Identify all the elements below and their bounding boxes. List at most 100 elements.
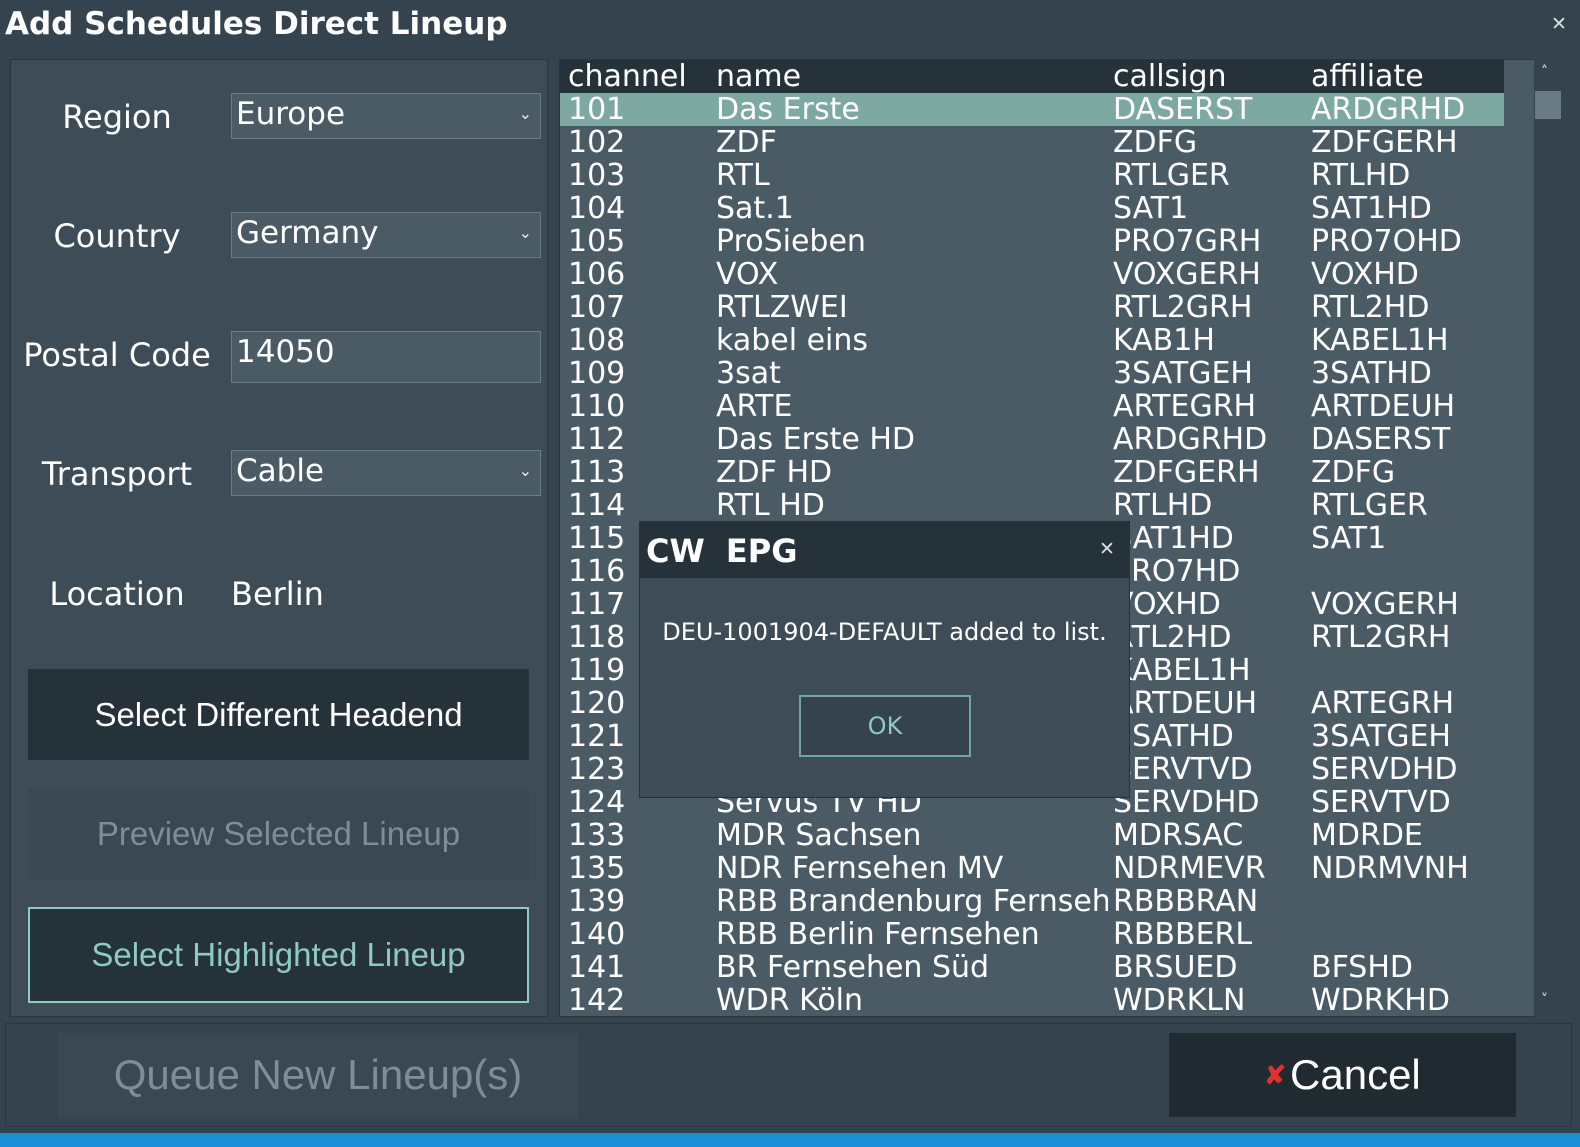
cell-affiliate: ZDFGERH	[1311, 125, 1458, 160]
cell-affiliate: RTLGER	[1311, 488, 1428, 523]
cell-channel: 114	[568, 488, 626, 523]
table-row[interactable]: 110 ARTE ARTEGRH ARTDEUH	[560, 390, 1504, 423]
cell-channel: 104	[568, 191, 626, 226]
cell-affiliate: VOXGERH	[1311, 587, 1459, 622]
close-icon[interactable]: ✕	[1551, 14, 1567, 34]
queue-new-lineups-button[interactable]: Queue New Lineup(s)	[58, 1033, 578, 1117]
preview-selected-lineup-button[interactable]: Preview Selected Lineup	[28, 788, 529, 879]
cell-callsign: ARDGRHD	[1113, 423, 1268, 456]
cell-affiliate: NDRMVNH	[1311, 851, 1469, 886]
column-header-affiliate[interactable]: affiliate	[1311, 60, 1501, 93]
scroll-up-icon[interactable]: ˄	[1541, 64, 1548, 80]
message-dialog: CW EPG ✕ DEU-1001904-DEFAULT added to li…	[639, 521, 1130, 798]
grid-header: channel name callsign affiliate	[560, 60, 1504, 93]
region-label: Region	[62, 98, 172, 136]
cell-callsign: ARTEGRH	[1113, 390, 1257, 423]
cell-channel: 113	[568, 455, 626, 490]
cell-name: 3sat	[716, 357, 781, 390]
taskbar-edge	[0, 1133, 1580, 1147]
cell-affiliate: SERVTVD	[1311, 785, 1451, 820]
transport-label: Transport	[41, 455, 193, 493]
cell-callsign: PRO7GRH	[1113, 225, 1262, 258]
postal-code-label: Postal Code	[23, 336, 211, 374]
table-row[interactable]: 106 VOX VOXGERH VOXHD	[560, 258, 1504, 291]
region-dropdown[interactable]: Europe ⌄	[231, 93, 541, 139]
select-different-headend-button[interactable]: Select Different Headend	[28, 669, 529, 760]
table-row[interactable]: 142 WDR Köln WDRKLN WDRKHD	[560, 984, 1504, 1017]
column-header-callsign[interactable]: callsign	[1113, 60, 1309, 93]
table-row[interactable]: 107 RTLZWEI RTL2GRH RTL2HD	[560, 291, 1504, 324]
cell-name: ARTE	[716, 390, 793, 423]
cell-affiliate: RTL2GRH	[1311, 620, 1451, 655]
table-row[interactable]: 105 ProSieben PRO7GRH PRO7OHD	[560, 225, 1504, 258]
country-dropdown[interactable]: Germany ⌄	[231, 212, 541, 258]
table-row[interactable]: 103 RTL RTLGER RTLHD	[560, 159, 1504, 192]
cell-affiliate: VOXHD	[1311, 257, 1419, 292]
cell-channel: 112	[568, 422, 626, 457]
chevron-down-icon: ⌄	[518, 223, 532, 242]
country-label: Country	[53, 217, 181, 255]
cell-affiliate: 3SATHD	[1311, 356, 1432, 391]
cell-affiliate: SERVDHD	[1311, 752, 1458, 787]
postal-code-input[interactable]: 14050	[231, 331, 541, 383]
table-row[interactable]: 113 ZDF HD ZDFGERH ZDFG	[560, 456, 1504, 489]
cell-name: Sat.1	[716, 192, 794, 225]
cell-affiliate: DASERST	[1311, 422, 1451, 457]
cell-callsign: RTL2GRH	[1113, 291, 1253, 324]
cell-channel: 109	[568, 356, 626, 391]
table-row[interactable]: 135 NDR Fernsehen MV NDRMEVR NDRMVNH	[560, 852, 1504, 885]
cell-callsign: RBBBERL	[1113, 918, 1253, 951]
cell-affiliate: MDRDE	[1311, 818, 1423, 853]
table-row[interactable]: 109 3sat 3SATGEH 3SATHD	[560, 357, 1504, 390]
cell-name: kabel eins	[716, 324, 869, 357]
table-row[interactable]: 104 Sat.1 SAT1 SAT1HD	[560, 192, 1504, 225]
scroll-down-icon[interactable]: ˅	[1541, 992, 1548, 1008]
cell-callsign: DASERST	[1113, 93, 1253, 126]
dialog-ok-button[interactable]: OK	[799, 695, 971, 757]
table-row[interactable]: 133 MDR Sachsen MDRSAC MDRDE	[560, 819, 1504, 852]
cell-name: ZDF	[716, 126, 777, 159]
table-row[interactable]: 140 RBB Berlin Fernsehen RBBBERL	[560, 918, 1504, 951]
cell-callsign: ZDFG	[1113, 126, 1198, 159]
cell-callsign: ARTDEUH	[1113, 687, 1258, 720]
cell-affiliate: PRO7OHD	[1311, 224, 1462, 259]
location-label: Location	[49, 575, 185, 613]
cell-affiliate: ARTDEUH	[1311, 389, 1456, 424]
cell-callsign: KABEL1H	[1113, 654, 1251, 687]
cell-callsign: KAB1H	[1113, 324, 1215, 357]
cell-callsign: VOXHD	[1113, 588, 1221, 621]
cell-name: VOX	[716, 258, 779, 291]
table-row[interactable]: 108 kabel eins KAB1H KABEL1H	[560, 324, 1504, 357]
cell-affiliate: KABEL1H	[1311, 323, 1449, 358]
dialog-title: CW EPG	[646, 532, 798, 570]
chevron-down-icon: ⌄	[518, 461, 532, 480]
table-row[interactable]: 141 BR Fernsehen Süd BRSUED BFSHD	[560, 951, 1504, 984]
scrollbar-thumb[interactable]	[1535, 91, 1561, 119]
cell-affiliate: SAT1HD	[1311, 191, 1432, 226]
region-value: Europe	[236, 96, 346, 132]
column-header-channel[interactable]: channel	[568, 60, 713, 93]
dialog-message: DEU-1001904-DEFAULT added to list.	[662, 618, 1107, 646]
cancel-button[interactable]: ✘ Cancel	[1169, 1033, 1516, 1117]
table-row[interactable]: 101 Das Erste DASERST ARDGRHD	[560, 93, 1504, 126]
dialog-close-icon[interactable]: ✕	[1099, 538, 1115, 560]
table-row[interactable]: 102 ZDF ZDFG ZDFGERH	[560, 126, 1504, 159]
table-row[interactable]: 112 Das Erste HD ARDGRHD DASERST	[560, 423, 1504, 456]
cell-channel: 101	[568, 92, 626, 127]
transport-dropdown[interactable]: Cable ⌄	[231, 450, 541, 496]
cell-name: NDR Fernsehen MV	[716, 852, 1004, 885]
cell-callsign: VOXGERH	[1113, 258, 1261, 291]
table-row[interactable]: 114 RTL HD RTLHD RTLGER	[560, 489, 1504, 522]
select-highlighted-lineup-button[interactable]: Select Highlighted Lineup	[28, 907, 529, 1003]
cell-callsign: BRSUED	[1113, 951, 1238, 984]
cell-callsign: RTL2HD	[1113, 621, 1232, 654]
table-row[interactable]: 139 RBB Brandenburg Fernsehen RBBBRAN	[560, 885, 1504, 918]
grid-scrollbar[interactable]	[1534, 59, 1564, 1017]
cell-callsign: 3SATGEH	[1113, 357, 1253, 390]
cell-callsign: WDRKLN	[1113, 984, 1246, 1017]
cell-callsign: RTLGER	[1113, 159, 1230, 192]
cancel-button-label: Cancel	[1290, 1051, 1421, 1098]
column-header-name[interactable]: name	[716, 60, 1108, 93]
cell-channel: 141	[568, 950, 626, 985]
cell-callsign: PRO7HD	[1113, 555, 1241, 588]
